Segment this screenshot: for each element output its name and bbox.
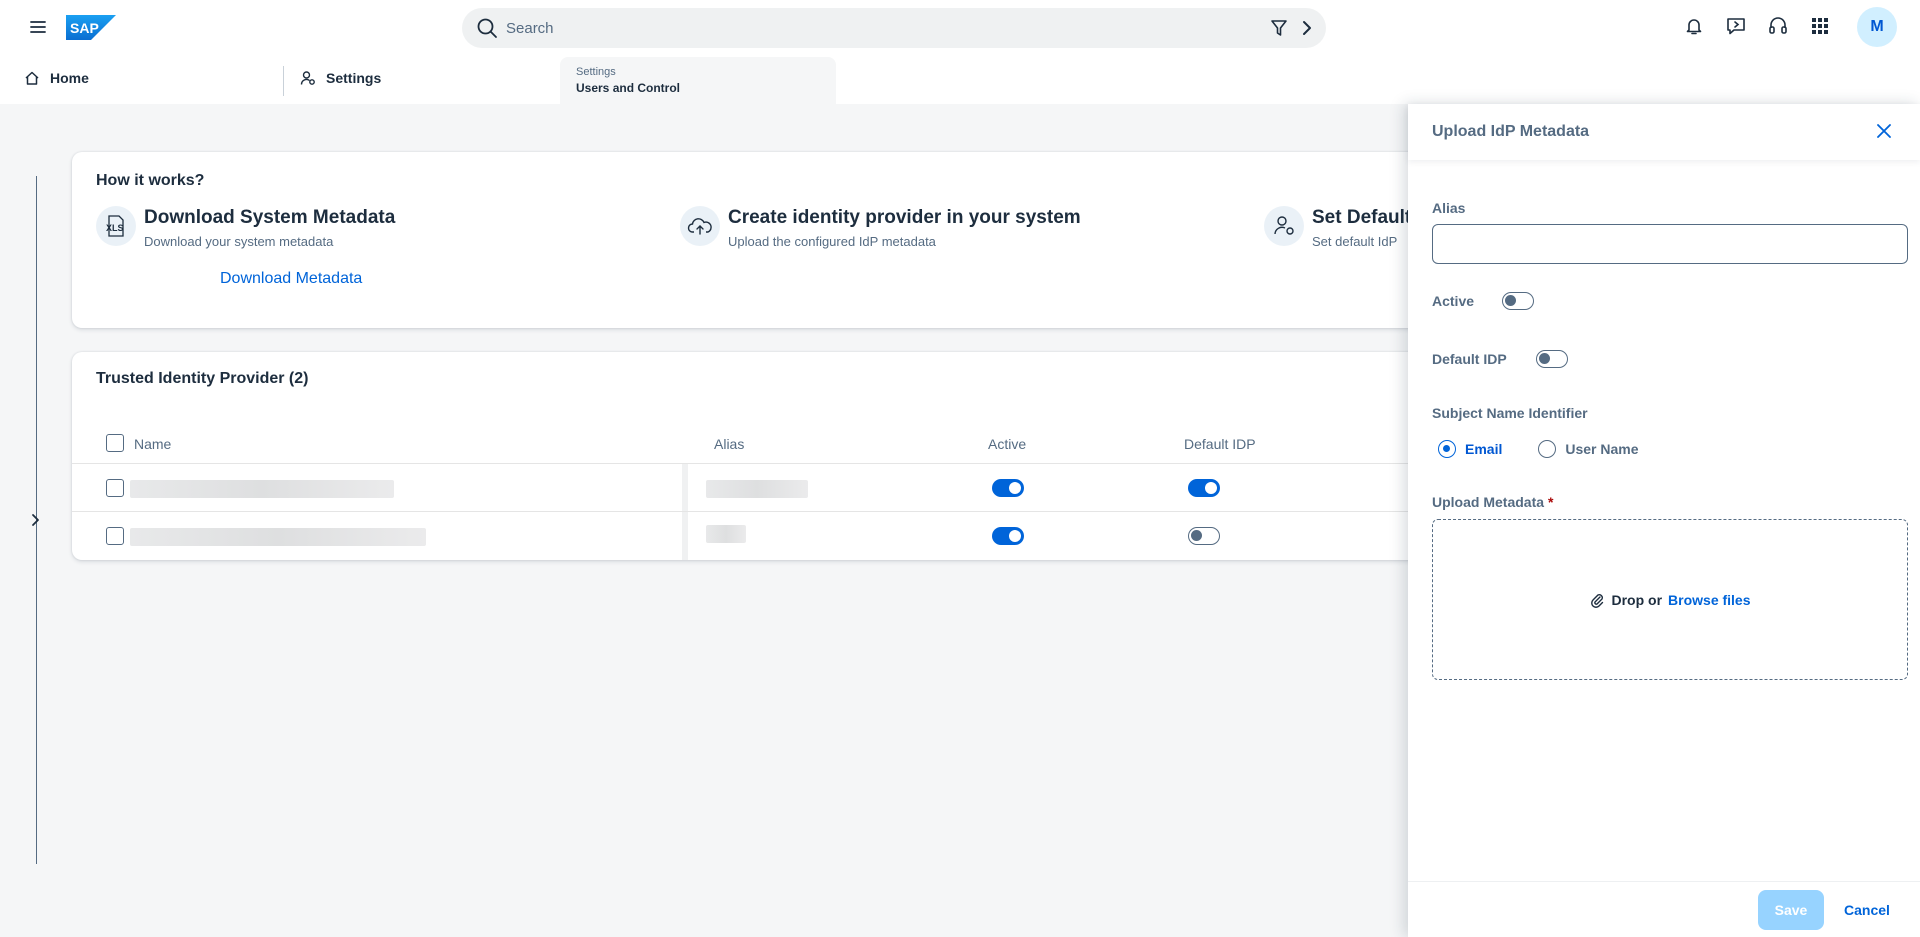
xls-icon: XLS	[96, 206, 136, 246]
dialog-footer: Save Cancel	[1408, 881, 1920, 937]
required-marker: *	[1548, 494, 1554, 510]
radio-indicator	[1538, 440, 1557, 458]
tab-title: Users and Control	[576, 81, 681, 95]
subject-name-identifier-label: Subject Name Identifier	[1432, 405, 1588, 421]
expand-chevron-icon[interactable]	[28, 512, 44, 528]
bell-icon[interactable]	[1683, 15, 1705, 37]
table-row[interactable]	[72, 464, 1532, 512]
how-it-works-card: How it works? XLS Download System Metada…	[72, 152, 1532, 328]
step-subtitle: Upload the configured IdP metadata	[728, 234, 936, 249]
active-toggle[interactable]	[992, 527, 1024, 545]
home-icon	[24, 70, 40, 86]
search-bar	[462, 8, 1326, 48]
step-subtitle: Set default IdP	[1312, 234, 1398, 249]
trusted-idp-card: Trusted Identity Provider (2) Name Alias…	[72, 352, 1532, 560]
search-input[interactable]	[504, 8, 1204, 48]
column-active[interactable]: Active	[988, 436, 1026, 452]
step-title: Download System Metadata	[144, 207, 396, 228]
active-toggle[interactable]	[1502, 292, 1534, 310]
step-title: Create identity provider in your system	[728, 207, 1081, 228]
step-subtitle: Download your system metadata	[144, 234, 334, 249]
name-placeholder	[130, 480, 394, 498]
tab-home-label: Home	[50, 70, 89, 86]
alias-input[interactable]	[1432, 224, 1908, 264]
step-title: Set Default	[1312, 207, 1412, 228]
shell-bar: SAP M	[0, 0, 1920, 54]
paperclip-icon	[1589, 592, 1605, 608]
column-alias[interactable]: Alias	[714, 436, 744, 452]
tab-bar: Home Settings Settings Users and Control	[0, 54, 1920, 104]
row-checkbox[interactable]	[106, 479, 124, 497]
row-checkbox[interactable]	[106, 527, 124, 545]
tab-settings[interactable]: Settings	[300, 70, 381, 86]
close-icon[interactable]	[1876, 123, 1892, 139]
table-header: Name Alias Active Default IDP	[72, 424, 1532, 464]
tab-separator	[283, 66, 284, 96]
alias-label: Alias	[1432, 200, 1466, 216]
active-toggle[interactable]	[992, 479, 1024, 497]
drop-text: Drop or	[1611, 591, 1663, 608]
user-settings-icon	[300, 70, 316, 86]
tab-settings-label: Settings	[326, 70, 382, 86]
column-default-idp[interactable]: Default IDP	[1184, 436, 1256, 452]
headset-icon[interactable]	[1767, 15, 1789, 37]
upload-idp-dialog: Upload IdP Metadata Alias Active Default…	[1408, 104, 1920, 937]
default-idp-toggle[interactable]	[1188, 527, 1220, 545]
subject-name-radio-group: Email User Name	[1438, 440, 1639, 458]
radio-indicator	[1438, 440, 1456, 458]
file-dropzone[interactable]: Drop or Browse files	[1432, 519, 1908, 680]
default-idp-toggle[interactable]	[1536, 350, 1568, 368]
browse-files-link[interactable]: Browse files	[1668, 592, 1750, 608]
sap-logo[interactable]: SAP	[66, 15, 116, 40]
default-idp-label: Default IDP	[1432, 351, 1507, 367]
svg-text:XLS: XLS	[106, 223, 124, 233]
radio-user-name[interactable]: User Name	[1538, 440, 1639, 458]
table-row[interactable]	[72, 512, 1532, 560]
radio-user-name-label: User Name	[1565, 441, 1639, 457]
step-create-idp: Create identity provider in your system …	[680, 206, 1081, 249]
upload-metadata-label: Upload Metadata *	[1432, 494, 1553, 510]
grid-icon[interactable]	[1809, 15, 1831, 37]
filter-icon[interactable]	[1270, 19, 1288, 37]
feedback-icon[interactable]	[1725, 15, 1747, 37]
column-name[interactable]: Name	[134, 436, 171, 452]
avatar[interactable]: M	[1857, 7, 1897, 47]
tab-breadcrumb-small: Settings	[576, 66, 616, 78]
user-settings-icon	[1264, 206, 1304, 246]
trusted-idp-title: Trusted Identity Provider (2)	[96, 370, 309, 387]
menu-icon[interactable]	[28, 17, 48, 37]
svg-text:SAP: SAP	[70, 20, 99, 36]
upload-metadata-text: Upload Metadata	[1432, 494, 1545, 510]
radio-email-label: Email	[1465, 441, 1503, 457]
default-idp-toggle[interactable]	[1188, 479, 1220, 497]
step-set-default: Set Default Set default IdP	[1264, 206, 1411, 249]
chevron-right-icon[interactable]	[1300, 20, 1314, 36]
dialog-title: Upload IdP Metadata	[1432, 123, 1590, 140]
search-icon[interactable]	[476, 17, 498, 39]
tab-home[interactable]: Home	[24, 70, 89, 86]
dialog-header: Upload IdP Metadata	[1408, 104, 1920, 160]
name-placeholder	[130, 528, 426, 546]
tab-users-and-control[interactable]: Settings Users and Control	[560, 57, 836, 104]
cancel-button[interactable]: Cancel	[1832, 890, 1902, 930]
radio-email[interactable]: Email	[1438, 440, 1502, 458]
cloud-upload-icon	[680, 206, 720, 246]
how-it-works-title: How it works?	[96, 172, 205, 189]
active-label: Active	[1432, 293, 1475, 309]
alias-placeholder	[706, 525, 746, 543]
step-download: XLS Download System Metadata Download yo…	[96, 206, 395, 249]
shell-actions	[1683, 15, 1831, 37]
save-button[interactable]: Save	[1758, 890, 1824, 930]
alias-placeholder	[706, 480, 808, 498]
download-metadata-link[interactable]: Download Metadata	[220, 270, 362, 288]
select-all-checkbox[interactable]	[106, 434, 124, 452]
